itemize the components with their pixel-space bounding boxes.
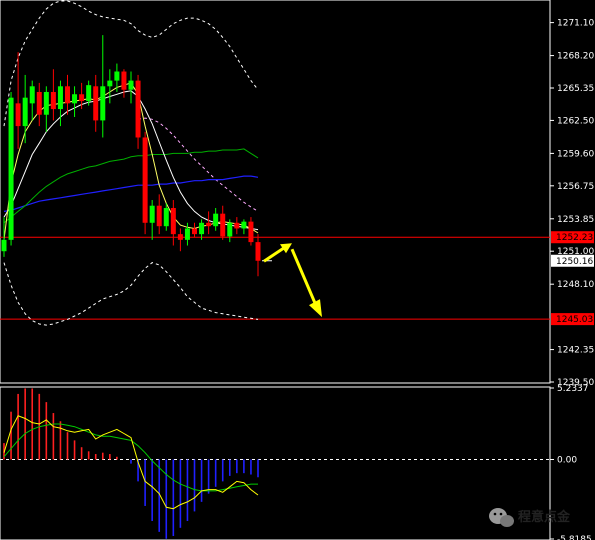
candle-body	[43, 91, 49, 115]
price-tick-label: 1242.35	[557, 346, 594, 356]
candle-body	[8, 97, 14, 240]
price-tick-label: 1248.10	[557, 280, 594, 290]
price-tick-label: 1253.85	[557, 215, 594, 225]
candle-body	[184, 228, 190, 240]
candle-body	[50, 91, 56, 110]
candle-body	[36, 91, 42, 115]
candle-body	[170, 207, 176, 235]
candle-body	[206, 222, 212, 227]
candle-body	[177, 234, 183, 240]
candle-body	[135, 80, 141, 138]
indicator-frame	[0, 386, 551, 540]
candle-body	[163, 207, 169, 227]
candle-body	[121, 71, 127, 90]
price-tick-label: 1262.50	[557, 116, 594, 126]
watermark-text: 程意点金	[518, 509, 571, 525]
price-level-label: 1252.23	[556, 233, 593, 243]
candle-body	[57, 86, 63, 110]
candle-body	[241, 221, 247, 229]
candle-body	[149, 205, 155, 223]
price-tick-label: 1271.10	[557, 19, 594, 29]
price-tick-label: 1256.75	[557, 182, 594, 192]
price-tick-label: 1268.20	[557, 52, 594, 62]
candle-body	[128, 80, 134, 90]
price-tick-label: 1265.35	[557, 84, 594, 94]
candle-body	[255, 242, 261, 261]
candle-body	[29, 86, 35, 104]
watermark: 程意点金	[489, 508, 571, 527]
candle	[8, 91, 14, 246]
macd-tick-label: -5.8185	[557, 535, 592, 540]
price-axis: 1271.10 1268.20 1265.35 1262.50 1259.60 1256.…	[550, 19, 594, 540]
candle-body	[213, 213, 219, 227]
candle-body	[227, 222, 233, 237]
candle-body	[72, 94, 78, 104]
macd-tick-label: 5.2337	[557, 384, 589, 394]
candle-body	[65, 86, 70, 104]
candle-body	[22, 97, 28, 127]
macd-tick-label: 0.00	[557, 456, 577, 466]
candle	[142, 131, 148, 235]
candle-body	[192, 228, 197, 235]
candle-body	[156, 205, 162, 227]
candle-body	[220, 213, 226, 237]
candle-body	[15, 103, 21, 127]
chart-canvas: 1271.10 1268.20 1265.35 1262.50 1259.60 1256.…	[0, 0, 594, 540]
candle-body	[234, 222, 240, 229]
candle-body	[93, 86, 99, 121]
candle-body	[79, 94, 85, 102]
main-chart-frame	[0, 0, 551, 384]
candle-body	[142, 137, 148, 223]
candle-body	[248, 221, 254, 243]
price-level-label: 1245.03	[556, 315, 593, 325]
price-tick-label: 1259.60	[557, 149, 594, 159]
candle-body	[199, 222, 205, 235]
candle-body	[1, 239, 7, 252]
candle-body	[86, 85, 92, 102]
current-price-label: 1250.16	[556, 257, 593, 267]
candle-body	[100, 86, 106, 121]
candle-body	[114, 71, 120, 81]
candle-body	[107, 80, 113, 87]
